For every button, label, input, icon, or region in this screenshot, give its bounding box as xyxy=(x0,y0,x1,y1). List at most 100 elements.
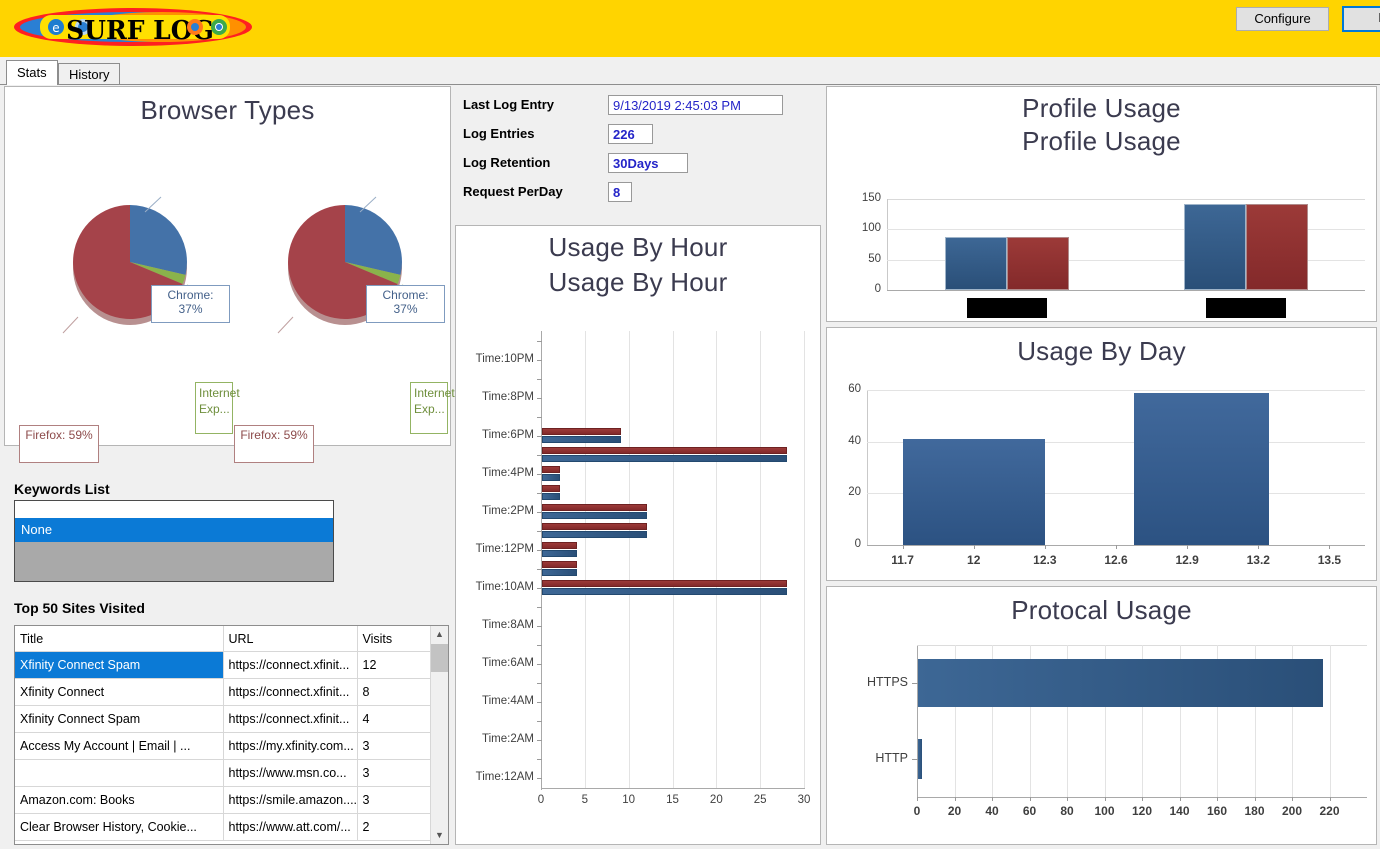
cell-title: Xfinity Connect xyxy=(15,678,224,706)
usage-by-hour-plot: 0 5 10 15 20 25 30 Time:12AM Time:2AM Time:4AM Tim… xyxy=(456,226,822,846)
request-perday-value[interactable]: 8 xyxy=(608,182,632,202)
table-header-row: Title URL Visits xyxy=(15,626,434,652)
y-tick-label: Time:2PM xyxy=(482,504,534,517)
log-retention-value[interactable]: 30Days xyxy=(608,153,688,173)
bar-blue xyxy=(1183,203,1246,290)
cell-url: https://smile.amazon.... xyxy=(223,786,358,814)
bar-blue xyxy=(542,531,648,539)
x-tick-label: 0 xyxy=(913,804,921,818)
tab-stats[interactable]: Stats xyxy=(6,60,58,85)
tick xyxy=(1254,797,1256,801)
table-row[interactable]: Xfinity Connect Spam https://connect.xfi… xyxy=(15,705,434,733)
cell-visits: 4 xyxy=(357,705,434,733)
tick xyxy=(973,545,975,549)
last-log-entry-label: Last Log Entry xyxy=(463,97,555,112)
cell-url: https://my.xfinity.com... xyxy=(223,732,358,760)
cell-visits: 3 xyxy=(357,759,434,787)
keywords-list[interactable]: None xyxy=(14,500,334,582)
last-log-entry-value[interactable]: 9/13/2019 2:45:03 PM xyxy=(608,95,783,115)
keywords-list-item-none[interactable]: None xyxy=(15,518,333,542)
chevron-down-icon[interactable]: ▼ xyxy=(431,827,448,844)
x-axis xyxy=(541,788,805,789)
y-tick-label: HTTPS xyxy=(867,675,908,689)
protocal-usage-plot: 0 20 40 60 80 100 120 140 160 180 200 220 HTTP HTTPS xyxy=(827,587,1378,846)
top-sites-title: Top 50 Sites Visited xyxy=(14,600,145,616)
x-axis xyxy=(887,290,1365,291)
bar-blue xyxy=(542,512,648,520)
x-tick-label: 15 xyxy=(666,794,679,806)
pie2-callout-chrome: Chrome: 37% xyxy=(366,285,445,323)
pie1-callout-firefox: Firefox: 59% xyxy=(19,425,99,463)
x-tick-label: 20 xyxy=(947,804,962,818)
bar-blue xyxy=(542,588,788,596)
refresh-button[interactable]: Ref xyxy=(1342,6,1380,32)
column-header-visits[interactable]: Visits xyxy=(357,626,434,652)
log-entries-value[interactable]: 226 xyxy=(608,124,653,144)
table-row[interactable]: Amazon.com: Books https://smile.amazon..… xyxy=(15,786,434,814)
cell-url: https://www.msn.co... xyxy=(223,759,358,787)
y-tick-label: Time:4PM xyxy=(482,466,534,479)
tab-strip: Stats History xyxy=(0,57,1380,85)
info-row: Last Log Entry 9/13/2019 2:45:03 PM xyxy=(455,92,821,121)
x-tick-label: 25 xyxy=(753,794,767,806)
gridline xyxy=(804,331,805,788)
y-tick-label: Time:2AM xyxy=(482,733,534,746)
bar-blue xyxy=(542,455,788,462)
table-row[interactable]: https://www.msn.co... 3 xyxy=(15,759,434,787)
xtick-label-redacted xyxy=(966,298,1047,318)
bar-red xyxy=(542,542,578,550)
table-row[interactable]: Clear Browser History, Cookie... https:/… xyxy=(15,813,434,841)
table-row[interactable]: Access My Account | Email | ... https://… xyxy=(15,732,434,760)
gridline xyxy=(628,331,630,788)
column-header-title[interactable]: Title xyxy=(15,626,224,652)
app-header: e SURF LOG Configure Ref xyxy=(0,0,1380,57)
gridline xyxy=(760,331,762,788)
top-sites-table[interactable]: Title URL Visits Xfinity Connect Spam ht… xyxy=(14,625,449,845)
tick xyxy=(1187,545,1189,549)
svg-text:e: e xyxy=(52,21,59,35)
x-tick-label: 220 xyxy=(1319,804,1340,818)
y-tick-label: 50 xyxy=(868,252,881,265)
info-row: Log Retention 30Days xyxy=(455,150,821,179)
y-tick-label: Time:8AM xyxy=(482,619,534,632)
y-tick-label: Time:10AM xyxy=(475,581,534,594)
x-tick-label: 40 xyxy=(985,804,999,818)
scrollbar-thumb[interactable] xyxy=(431,644,448,672)
tick xyxy=(1067,797,1068,801)
x-tick-label: 10 xyxy=(622,794,636,806)
configure-button[interactable]: Configure xyxy=(1236,7,1329,31)
log-retention-label: Log Retention xyxy=(463,155,551,170)
tick xyxy=(537,778,542,780)
x-tick-label: 30 xyxy=(797,794,811,806)
chevron-up-icon[interactable]: ▲ xyxy=(431,626,448,643)
bar-red xyxy=(542,466,560,474)
tab-history[interactable]: History xyxy=(58,63,121,85)
usage-by-day-panel: Usage By Day 0 20 40 60 11.7 12 12.3 12.6 12.9 13… xyxy=(826,327,1377,581)
table-row[interactable]: Xfinity Connect https://connect.xfinit..… xyxy=(15,678,434,706)
tick xyxy=(537,397,542,399)
y-tick-label: 40 xyxy=(848,434,861,447)
tick xyxy=(1116,545,1117,549)
cell-url: https://connect.xfinit... xyxy=(223,705,358,733)
x-tick-label: 20 xyxy=(709,794,723,806)
cell-title: Xfinity Connect Spam xyxy=(15,705,224,733)
bar-day-1 xyxy=(902,439,1045,545)
info-row: Request PerDay 8 xyxy=(455,179,821,208)
y-tick-label: 100 xyxy=(861,222,881,235)
y-tick-label: 150 xyxy=(861,192,881,204)
gridline xyxy=(716,331,718,788)
column-header-url[interactable]: URL xyxy=(223,626,358,652)
table-scrollbar[interactable]: ▲ ▼ xyxy=(430,626,448,844)
tick xyxy=(917,797,918,801)
table-row[interactable]: Xfinity Connect Spam https://connect.xfi… xyxy=(15,651,434,679)
y-tick-label: 0 xyxy=(854,538,861,550)
bar-red xyxy=(1245,203,1308,290)
cell-title xyxy=(15,759,224,787)
x-tick-label: 140 xyxy=(1169,804,1190,818)
bar-day-2 xyxy=(1133,392,1269,545)
cell-url: https://connect.xfinit... xyxy=(223,678,358,706)
gridline xyxy=(1329,645,1331,797)
protocal-usage-panel: Protocal Usage 0 20 40 60 80 100 120 140 160 180 2… xyxy=(826,586,1377,845)
y-tick-label: Time:8PM xyxy=(482,390,534,403)
request-perday-label: Request PerDay xyxy=(463,184,563,199)
